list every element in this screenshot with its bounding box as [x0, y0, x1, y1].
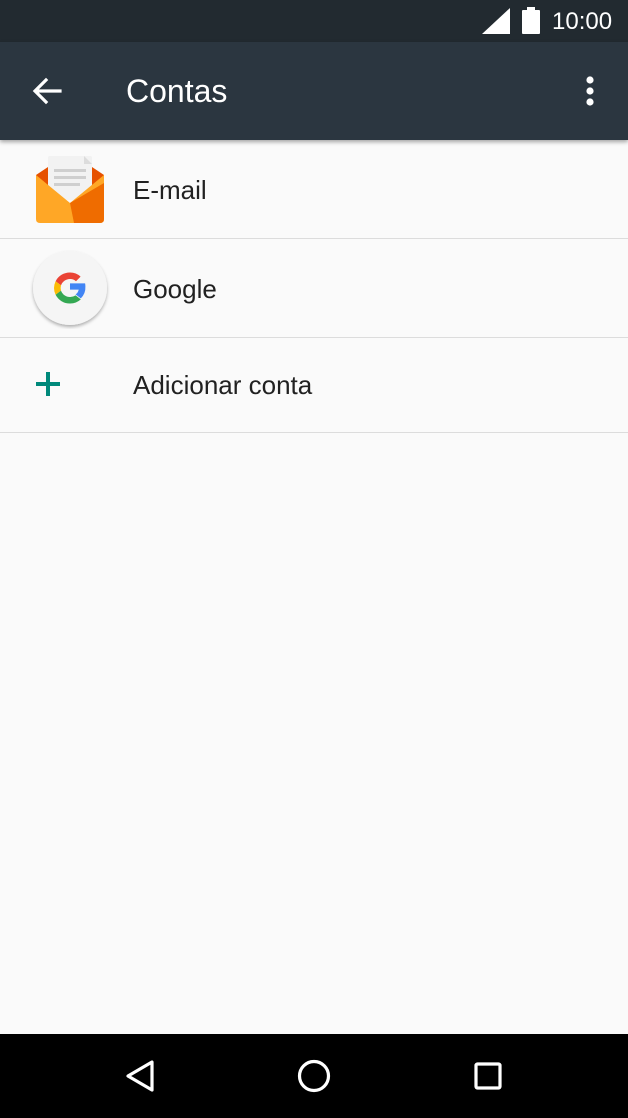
accounts-list: E-mail Google Adicionar conta: [0, 140, 628, 433]
page-title: Contas: [126, 73, 228, 109]
status-bar: 10:00: [0, 0, 628, 42]
app-bar: Contas: [0, 42, 628, 140]
screen: 10:00 Contas E-mail Google Adicionar con…: [0, 0, 628, 1118]
nav-back-button[interactable]: [116, 1052, 164, 1100]
more-vert-icon: [586, 76, 594, 106]
nav-recents-icon: [474, 1062, 502, 1090]
email-app-icon: [36, 156, 104, 223]
nav-recents-button[interactable]: [464, 1052, 512, 1100]
back-button[interactable]: [22, 67, 76, 115]
battery-icon: [522, 7, 540, 34]
plus-icon: [36, 372, 60, 396]
signal-icon: [482, 8, 510, 34]
account-item-email[interactable]: E-mail: [0, 140, 628, 239]
more-options-button[interactable]: [570, 67, 610, 115]
add-account-button[interactable]: Adicionar conta: [0, 338, 628, 433]
nav-back-icon: [126, 1060, 154, 1092]
navigation-bar: [0, 1034, 628, 1118]
status-time: 10:00: [552, 8, 613, 35]
nav-home-icon: [297, 1059, 331, 1093]
google-icon: [33, 251, 107, 325]
add-account-label: Adicionar conta: [133, 370, 313, 400]
nav-home-button[interactable]: [290, 1052, 338, 1100]
account-label-google: Google: [133, 274, 217, 304]
account-item-google[interactable]: Google: [0, 239, 628, 338]
account-label-email: E-mail: [133, 175, 207, 205]
arrow-back-icon: [32, 77, 62, 105]
